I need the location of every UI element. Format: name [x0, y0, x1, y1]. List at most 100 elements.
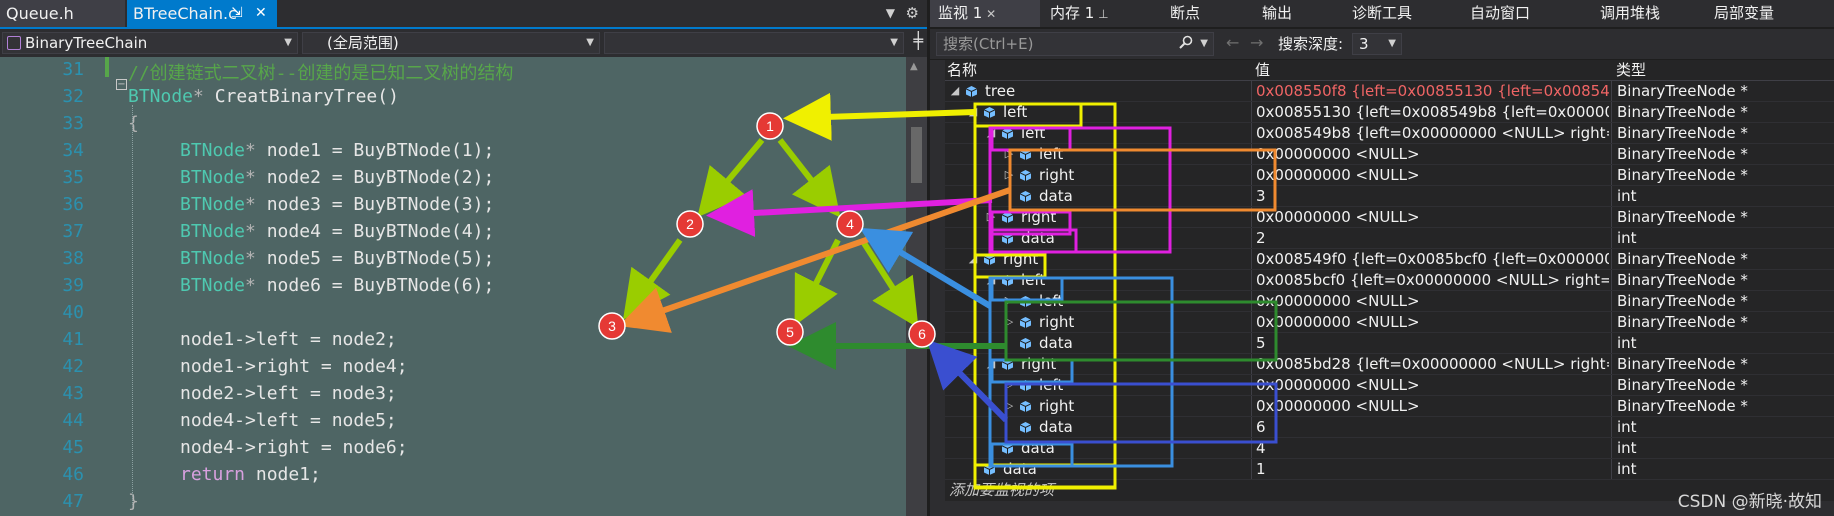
code-line[interactable]: node4->left = node5;: [180, 410, 397, 431]
pin-icon[interactable]: ⊥: [1094, 7, 1108, 21]
code-line[interactable]: BTNode* node1 = BuyBTNode(1);: [180, 140, 494, 161]
forward-arrow-icon[interactable]: →: [1250, 33, 1263, 52]
collapse-arrow-icon[interactable]: ◢: [949, 81, 961, 101]
watch-row[interactable]: ◢ left 0x0085bcf0 {left=0x00000000 <NULL> …: [945, 270, 1834, 291]
watch-value-cell[interactable]: 0x00000000 <NULL>: [1251, 207, 1609, 227]
collapse-arrow-icon[interactable]: ◢: [985, 270, 997, 290]
debug-tab[interactable]: 局部变量: [1694, 0, 1814, 27]
watch-row[interactable]: data 5 int: [945, 333, 1834, 354]
member-dropdown[interactable]: ▼: [604, 32, 904, 54]
expand-arrow-icon[interactable]: ▷: [1003, 144, 1015, 164]
watch-row[interactable]: ▷ right 0x00000000 <NULL> BinaryTreeNode *: [945, 165, 1834, 186]
chevron-down-icon[interactable]: ▼: [1200, 33, 1208, 55]
watch-value-cell[interactable]: 0x008549b8 {left=0x00000000 <NULL> right…: [1251, 123, 1609, 143]
debug-tab[interactable]: 自动窗口: [1450, 0, 1578, 27]
code-line[interactable]: node2->left = node3;: [180, 383, 397, 404]
watch-value-cell[interactable]: 0x00000000 <NULL>: [1251, 144, 1609, 164]
watch-row[interactable]: ◢ right 0x008549f0 {left=0x0085bcf0 {left=…: [945, 249, 1834, 270]
watch-row[interactable]: ▷ right 0x00000000 <NULL> BinaryTreeNode *: [945, 312, 1834, 333]
split-editor-icon[interactable]: ╪: [913, 31, 923, 50]
watch-value-cell[interactable]: 5: [1251, 333, 1609, 353]
watch-row[interactable]: ▷ left 0x00000000 <NULL> BinaryTreeNode *: [945, 144, 1834, 165]
code-line[interactable]: node1->right = node4;: [180, 356, 408, 377]
pin-icon[interactable]: ⇲: [231, 0, 243, 27]
tab-queue-h[interactable]: Queue.h: [0, 0, 125, 27]
watch-row[interactable]: ▷ left 0x00000000 <NULL> BinaryTreeNode *: [945, 375, 1834, 396]
column-header-type[interactable]: 类型: [1616, 60, 1646, 81]
watch-value-cell[interactable]: 0x00000000 <NULL>: [1251, 291, 1609, 311]
collapse-icon[interactable]: −: [116, 79, 127, 90]
code-line[interactable]: BTNode* node2 = BuyBTNode(2);: [180, 167, 494, 188]
expand-arrow-icon[interactable]: ▷: [1003, 312, 1015, 332]
watch-value-cell[interactable]: 0x0085bcf0 {left=0x00000000 <NULL> right…: [1251, 270, 1609, 290]
debug-tab[interactable]: 断点: [1150, 0, 1240, 27]
watch-value-cell[interactable]: 0x00000000 <NULL>: [1251, 165, 1609, 185]
watch-row[interactable]: ▷ right 0x00000000 <NULL> BinaryTreeNode *: [945, 207, 1834, 228]
watch-row[interactable]: data 2 int: [945, 228, 1834, 249]
watch-row[interactable]: data 3 int: [945, 186, 1834, 207]
code-line[interactable]: node4->right = node6;: [180, 437, 408, 458]
code-line[interactable]: BTNode* node6 = BuyBTNode(6);: [180, 275, 494, 296]
watch-row[interactable]: ◢ left 0x008549b8 {left=0x00000000 <NULL> …: [945, 123, 1834, 144]
watch-row[interactable]: data 1 int: [945, 459, 1834, 480]
collapse-arrow-icon[interactable]: ◢: [985, 123, 997, 143]
expand-arrow-icon[interactable]: ▷: [1003, 165, 1015, 185]
watch-value-cell[interactable]: 3: [1251, 186, 1609, 206]
search-icon[interactable]: [1179, 35, 1193, 49]
watch-row[interactable]: ◢ right 0x0085bd28 {left=0x00000000 <NULL>…: [945, 354, 1834, 375]
code-line[interactable]: {: [128, 113, 139, 134]
code-line[interactable]: BTNode* node4 = BuyBTNode(4);: [180, 221, 494, 242]
watch-value-cell[interactable]: 4: [1251, 438, 1609, 458]
scroll-up-icon[interactable]: ▲: [910, 61, 918, 72]
code-line[interactable]: }: [128, 491, 139, 512]
code-line[interactable]: return node1;: [180, 464, 321, 485]
expand-arrow-icon[interactable]: ▷: [985, 207, 997, 227]
debug-tab[interactable]: 内存 1 ⊥: [1042, 0, 1148, 27]
code-line[interactable]: BTNode* node3 = BuyBTNode(3);: [180, 194, 494, 215]
debug-tab[interactable]: 输出: [1242, 0, 1330, 27]
column-header-value[interactable]: 值: [1255, 60, 1270, 81]
watch-value-cell[interactable]: 1: [1251, 459, 1609, 479]
code-line[interactable]: //创建链式二叉树--创建的是已知二叉树的结构: [128, 59, 513, 85]
code-line[interactable]: BTNode* node5 = BuyBTNode(5);: [180, 248, 494, 269]
collapse-arrow-icon[interactable]: ◢: [967, 102, 979, 122]
project-scope-dropdown[interactable]: BinaryTreeChain ▼: [2, 32, 298, 54]
watch-value-cell[interactable]: 0x008550f8 {left=0x00855130 {left=0x0085…: [1251, 81, 1609, 101]
search-depth-select[interactable]: 3 ▼: [1352, 33, 1402, 55]
code-line[interactable]: node1->left = node2;: [180, 329, 397, 350]
editor-vertical-scrollbar[interactable]: ▲: [906, 57, 927, 516]
tab-overflow-icon[interactable]: ▼: [886, 0, 895, 27]
watch-row[interactable]: data 4 int: [945, 438, 1834, 459]
scroll-thumb[interactable]: [911, 127, 922, 183]
watch-row[interactable]: ◢ tree 0x008550f8 {left=0x00855130 {left=0…: [945, 81, 1834, 102]
watch-value-cell[interactable]: 0x00000000 <NULL>: [1251, 312, 1609, 332]
global-scope-dropdown[interactable]: (全局范围) ▼: [302, 32, 600, 54]
watch-row[interactable]: ▷ right 0x00000000 <NULL> BinaryTreeNode *: [945, 396, 1834, 417]
close-icon[interactable]: ✕: [982, 7, 996, 21]
watch-value-cell[interactable]: 0x00000000 <NULL>: [1251, 375, 1609, 395]
back-arrow-icon[interactable]: ←: [1226, 33, 1239, 52]
expand-arrow-icon[interactable]: ▷: [1003, 375, 1015, 395]
close-icon[interactable]: ✕: [255, 0, 267, 27]
watch-row[interactable]: ◢ left 0x00855130 {left=0x008549b8 {left=0…: [945, 102, 1834, 123]
debug-tab[interactable]: 调用堆栈: [1580, 0, 1692, 27]
code-line[interactable]: BTNode* CreatBinaryTree(): [128, 86, 399, 107]
collapse-arrow-icon[interactable]: ◢: [985, 354, 997, 374]
expand-arrow-icon[interactable]: ▷: [1003, 396, 1015, 416]
watch-value-cell[interactable]: 0x0085bd28 {left=0x00000000 <NULL> right…: [1251, 354, 1609, 374]
watch-value-cell[interactable]: 0x008549f0 {left=0x0085bcf0 {left=0x0000…: [1251, 249, 1609, 269]
watch-value-cell[interactable]: 0x00000000 <NULL>: [1251, 396, 1609, 416]
watch-value-cell[interactable]: 2: [1251, 228, 1609, 248]
code-area[interactable]: 31 32 33 34 35 36 37 38 39 40 41 42 43 44 45 46 47 //创建链…: [0, 57, 906, 516]
watch-row[interactable]: ▷ left 0x00000000 <NULL> BinaryTreeNode *: [945, 291, 1834, 312]
watch-value-cell[interactable]: 6: [1251, 417, 1609, 437]
watch-row[interactable]: data 6 int: [945, 417, 1834, 438]
column-header-name[interactable]: 名称: [947, 60, 977, 81]
debug-tab[interactable]: 监视 1 ✕: [930, 0, 1040, 27]
gear-icon[interactable]: ⚙: [906, 0, 919, 27]
tab-btreechain-c[interactable]: BTreeChain.c ⇲ ✕: [127, 0, 277, 27]
expand-arrow-icon[interactable]: ▷: [1003, 291, 1015, 311]
search-input[interactable]: 搜索(Ctrl+E) ▼: [936, 32, 1214, 56]
debug-tab[interactable]: 诊断工具: [1332, 0, 1448, 27]
collapse-arrow-icon[interactable]: ◢: [967, 249, 979, 269]
